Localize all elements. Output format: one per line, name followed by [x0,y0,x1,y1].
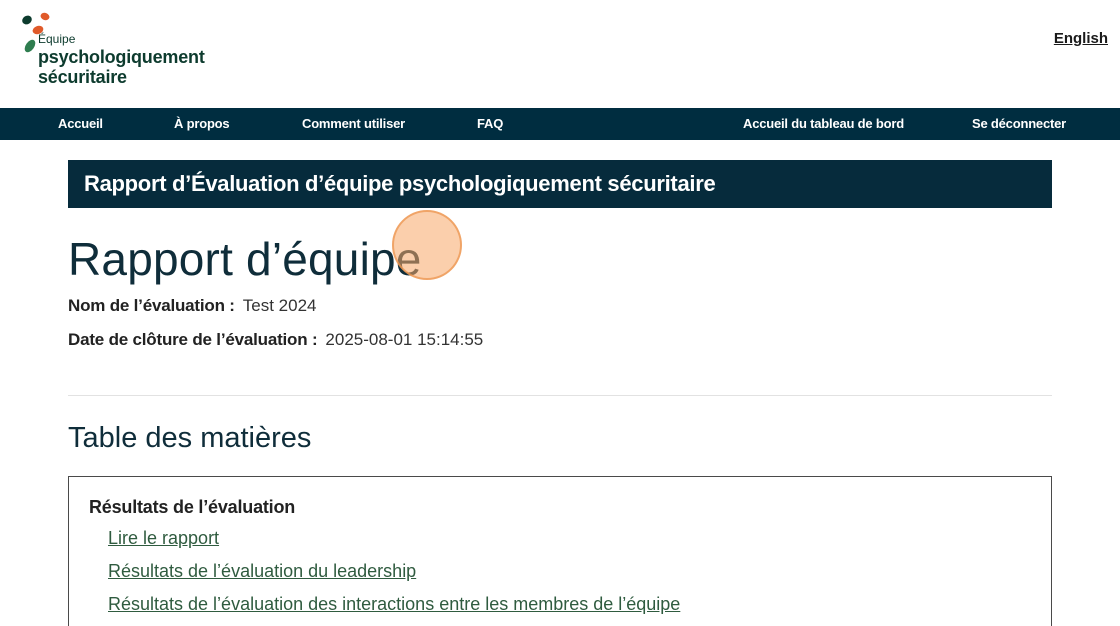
main-navigation: Accueil À propos Comment utiliser FAQ Ac… [0,108,1120,140]
nav-item-dashboard-home[interactable]: Accueil du tableau de bord [743,108,904,140]
evaluation-close-date-label: Date de clôture de l’évaluation : [68,330,318,349]
report-banner: Rapport d’Évaluation d’équipe psychologi… [68,160,1052,208]
nav-item-comment-utiliser[interactable]: Comment utiliser [302,108,405,140]
toc-section-heading: Résultats de l’évaluation [89,497,296,517]
nav-item-faq[interactable]: FAQ [477,108,503,140]
evaluation-close-date-row: Date de clôture de l’évaluation : 2025-08… [68,330,483,350]
logo-text-line2: sécuritaire [38,67,127,87]
logo-text-small: Équipe [38,32,76,46]
page-title: Rapport d’équipe [68,233,422,285]
nav-item-logout[interactable]: Se déconnecter [972,108,1066,140]
site-header: Équipe psychologiquement sécuritaire Eng… [0,0,1120,108]
logo-text-line1: psychologiquement [38,47,205,67]
toc-link-read-report[interactable]: Lire le rapport [108,528,219,549]
cursor-highlight [392,210,462,280]
evaluation-name-value: Test 2024 [242,296,317,315]
toc-link-leadership-results[interactable]: Résultats de l’évaluation du leadership [108,561,416,582]
language-toggle-link[interactable]: English [1054,30,1108,47]
evaluation-close-date-value: 2025-08-01 15:14:55 [325,330,484,349]
banner-title: Rapport d’Évaluation d’équipe psychologi… [84,171,716,196]
evaluation-name-label: Nom de l’évaluation : [68,296,235,315]
site-logo[interactable]: Équipe psychologiquement sécuritaire [18,12,218,90]
toc-link-team-interactions-results[interactable]: Résultats de l’évaluation des interactio… [108,594,680,615]
nav-item-accueil[interactable]: Accueil [58,108,103,140]
section-divider [68,395,1052,396]
table-of-contents: Résultats de l’évaluation Lire le rappor… [68,476,1052,626]
toc-title: Table des matières [68,422,312,454]
evaluation-name-row: Nom de l’évaluation : Test 2024 [68,296,317,316]
nav-item-a-propos[interactable]: À propos [174,108,230,140]
